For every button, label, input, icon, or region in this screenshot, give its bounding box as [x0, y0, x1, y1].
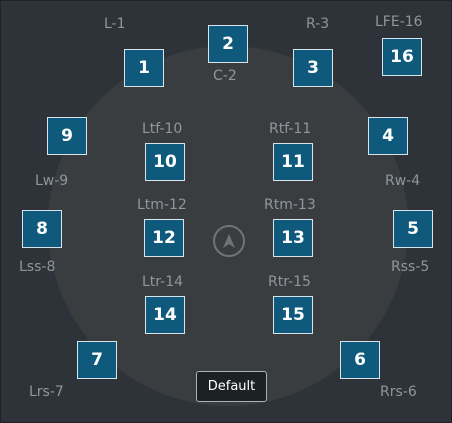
speaker-label-rtm13: Rtm-13 — [264, 197, 316, 213]
speaker-button-11[interactable]: 11 — [273, 143, 313, 181]
speaker-button-3[interactable]: 3 — [293, 49, 333, 87]
speaker-button-4[interactable]: 4 — [368, 117, 408, 155]
speaker-label-lrs7: Lrs-7 — [29, 384, 64, 400]
speaker-label-r3: R-3 — [306, 16, 330, 32]
speaker-button-6[interactable]: 6 — [340, 341, 380, 379]
speaker-layout-panel: L-1 1 2 C-2 R-3 3 LFE-16 16 9 Lw-9 4 Rw-… — [0, 0, 452, 423]
default-button[interactable]: Default — [196, 371, 267, 402]
speaker-label-ltr14: Ltr-14 — [142, 274, 184, 290]
speaker-label-rtr15: Rtr-15 — [268, 274, 311, 290]
speaker-button-12[interactable]: 12 — [144, 219, 184, 257]
listener-position-icon — [213, 225, 245, 257]
speaker-button-16[interactable]: 16 — [382, 38, 422, 76]
speaker-button-15[interactable]: 15 — [273, 296, 313, 334]
speaker-button-8[interactable]: 8 — [22, 210, 62, 248]
speaker-label-rss5: Rss-5 — [391, 259, 430, 275]
speaker-label-l1: L-1 — [104, 16, 126, 32]
speaker-button-2[interactable]: 2 — [208, 25, 248, 63]
speaker-label-lfe16: LFE-16 — [375, 14, 423, 30]
speaker-label-rw4: Rw-4 — [385, 173, 421, 189]
speaker-button-1[interactable]: 1 — [124, 49, 164, 87]
speaker-button-9[interactable]: 9 — [47, 117, 87, 155]
speaker-button-10[interactable]: 10 — [145, 143, 185, 181]
speaker-label-ltf10: Ltf-10 — [142, 121, 183, 137]
speaker-label-lw9: Lw-9 — [35, 173, 69, 189]
speaker-button-14[interactable]: 14 — [145, 296, 185, 334]
speaker-label-ltm12: Ltm-12 — [137, 197, 187, 213]
speaker-label-rtf11: Rtf-11 — [269, 121, 312, 137]
speaker-button-5[interactable]: 5 — [393, 210, 433, 248]
speaker-label-lss8: Lss-8 — [19, 259, 56, 275]
speaker-button-7[interactable]: 7 — [77, 341, 117, 379]
speaker-label-c2: C-2 — [213, 68, 237, 84]
speaker-label-rrs6: Rrs-6 — [380, 384, 417, 400]
speaker-button-13[interactable]: 13 — [273, 219, 313, 257]
